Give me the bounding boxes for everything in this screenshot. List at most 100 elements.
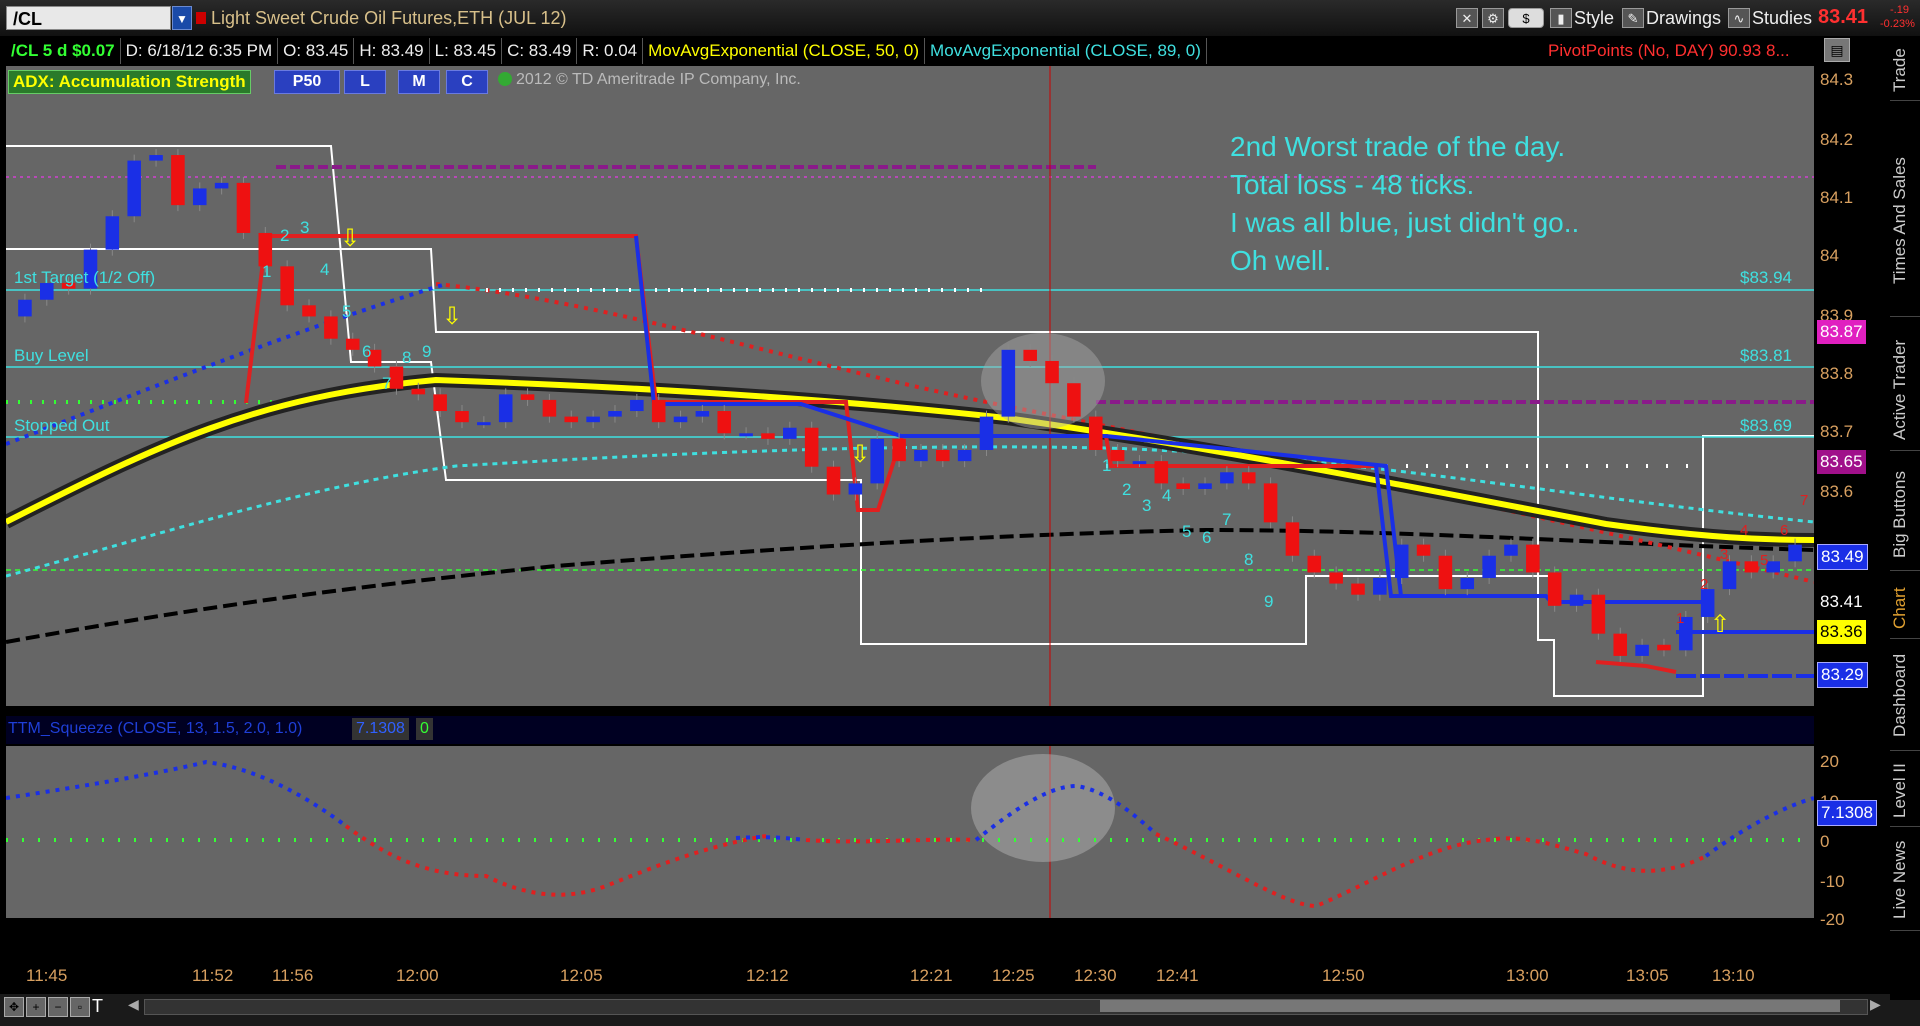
drawings-icon[interactable]: ✎ [1622, 8, 1644, 28]
price-tick: 83.6 [1820, 482, 1854, 501]
buy-price-label: $83.81 [1740, 346, 1792, 365]
candle-up [1504, 544, 1518, 556]
info-row: /CL 5 d $0.07 D: 6/18/12 6:35 PM O: 83.45 H… [6, 38, 1816, 64]
style-menu[interactable]: Style [1574, 6, 1614, 30]
price-tick: 84 [1820, 246, 1839, 265]
candle-up [1722, 561, 1737, 590]
candle-up [848, 483, 863, 495]
candle-up [192, 188, 207, 206]
count-label: 7 [382, 374, 392, 393]
l-button[interactable]: L [344, 70, 386, 94]
zoom-out-icon[interactable]: − [48, 997, 68, 1017]
open-readout: O: 83.45 [278, 38, 355, 64]
scroll-right-icon[interactable]: ▶ [1870, 996, 1881, 1013]
candle-down [761, 433, 775, 439]
tab-active-trader[interactable]: Active Trader [1890, 330, 1920, 451]
arrow-down-icon: ⇩ [850, 441, 871, 468]
candle-down [1613, 633, 1628, 656]
symbol-dropdown-button[interactable]: ▼ [172, 6, 192, 30]
candle-up [1373, 578, 1387, 595]
zoom-box-icon[interactable]: ▫ [70, 997, 90, 1017]
tab-level-ii[interactable]: Level II [1890, 756, 1920, 827]
candle-down [1045, 360, 1059, 384]
ema50-label[interactable]: MovAvgExponential (CLOSE, 50, 0) [643, 38, 926, 64]
time-tick: 12:25 [992, 966, 1035, 985]
info-icon[interactable] [498, 72, 512, 86]
time-tick: 12:00 [396, 966, 439, 985]
price-tick: 84.3 [1820, 70, 1854, 89]
momentum-down-3 [1155, 832, 1487, 909]
candle-up [18, 299, 32, 317]
candle-up [1482, 555, 1496, 578]
tab-chart[interactable]: Chart [1890, 578, 1920, 639]
dollar-button[interactable]: $ [1508, 8, 1544, 28]
candle-up [1132, 461, 1147, 465]
candle-down [717, 411, 732, 434]
symbol-input[interactable]: /CL [6, 6, 171, 30]
wrench-icon[interactable]: ⚙ [1482, 8, 1504, 28]
price-tick: 83.7 [1820, 422, 1854, 441]
candle-down [1416, 544, 1431, 556]
scrollbar-thumb[interactable] [1100, 1000, 1840, 1012]
date-readout: D: 6/18/12 6:35 PM [121, 38, 279, 64]
chart-settings-icon[interactable]: ▤ [1824, 38, 1850, 62]
candle-down [1241, 472, 1256, 484]
pivot-more: 8... [1765, 41, 1790, 60]
m-button[interactable]: M [398, 70, 440, 94]
annotation-line-1: 2nd Worst trade of the day. [1230, 131, 1566, 162]
candle-down [826, 466, 841, 495]
squeeze-study-label[interactable]: TTM_Squeeze (CLOSE, 13, 1.5, 2.0, 1.0) [8, 720, 302, 738]
price-tick: 83.8 [1820, 364, 1854, 383]
candle-down [1067, 383, 1081, 417]
time-tick: 12:05 [560, 966, 603, 985]
studies-menu[interactable]: Studies [1752, 6, 1812, 30]
time-tick: 12:41 [1156, 966, 1199, 985]
ema89-label[interactable]: MovAvgExponential (CLOSE, 89, 0) [925, 38, 1207, 64]
pivot-label[interactable]: PivotPoints (No, DAY) 90.93 8... [1548, 38, 1790, 64]
p50-button[interactable]: P50 [274, 70, 340, 94]
count-label: 1 [1676, 610, 1685, 627]
tab-times-and-sales[interactable]: Times And Sales [1890, 126, 1920, 317]
style-icon[interactable]: ▮ [1550, 8, 1572, 28]
timeframe-label[interactable]: /CL 5 d $0.07 [6, 38, 121, 64]
crosshair-icon[interactable]: ✕ [1456, 8, 1478, 28]
price-tick: 84.2 [1820, 130, 1854, 149]
candle-up [1766, 561, 1780, 573]
pan-icon[interactable]: ✥ [4, 997, 24, 1017]
percent-change: -0.23% [1880, 18, 1915, 30]
zoom-in-icon[interactable]: + [26, 997, 46, 1017]
candle-up [695, 411, 710, 417]
drawings-menu[interactable]: Drawings [1646, 6, 1721, 30]
adx-study-label[interactable]: ADX: Accumulation Strength [8, 70, 251, 94]
candle-up [477, 422, 491, 426]
flag-icon [196, 12, 206, 24]
candle-down [302, 305, 316, 317]
candle-down [1088, 416, 1103, 450]
tab-dashboard[interactable]: Dashboard [1890, 640, 1920, 751]
squeeze-tick: -20 [1820, 910, 1845, 929]
scroll-left-icon[interactable]: ◀ [128, 996, 139, 1013]
candle-up [783, 427, 797, 439]
target-price-label: $83.94 [1740, 268, 1792, 287]
pivot-value: 90.93 [1718, 41, 1762, 60]
count-label: 6 [1780, 522, 1789, 539]
studies-icon[interactable]: ∿ [1728, 8, 1750, 28]
candle-up [957, 450, 972, 462]
c-button[interactable]: C [446, 70, 488, 94]
count-label: 7 [1222, 510, 1232, 529]
close-readout: C: 83.49 [502, 38, 578, 64]
text-tool-icon[interactable]: T [92, 996, 103, 1017]
candle-down [520, 394, 535, 400]
count-label: 2 [1700, 576, 1709, 593]
squeeze-chart[interactable] [6, 746, 1814, 918]
time-tick: 11:45 [26, 966, 68, 985]
candle-up [1198, 483, 1212, 489]
candle-up [630, 399, 644, 412]
candle-down [411, 388, 426, 395]
tab-big-buttons[interactable]: Big Buttons [1890, 460, 1920, 571]
tab-trade[interactable]: Trade [1890, 40, 1920, 101]
tab-live-news[interactable]: Live News [1890, 830, 1920, 931]
price-box-pivot: 83.87 [1817, 320, 1866, 344]
candle-down [1744, 561, 1759, 573]
time-tick: 12:30 [1074, 966, 1117, 985]
